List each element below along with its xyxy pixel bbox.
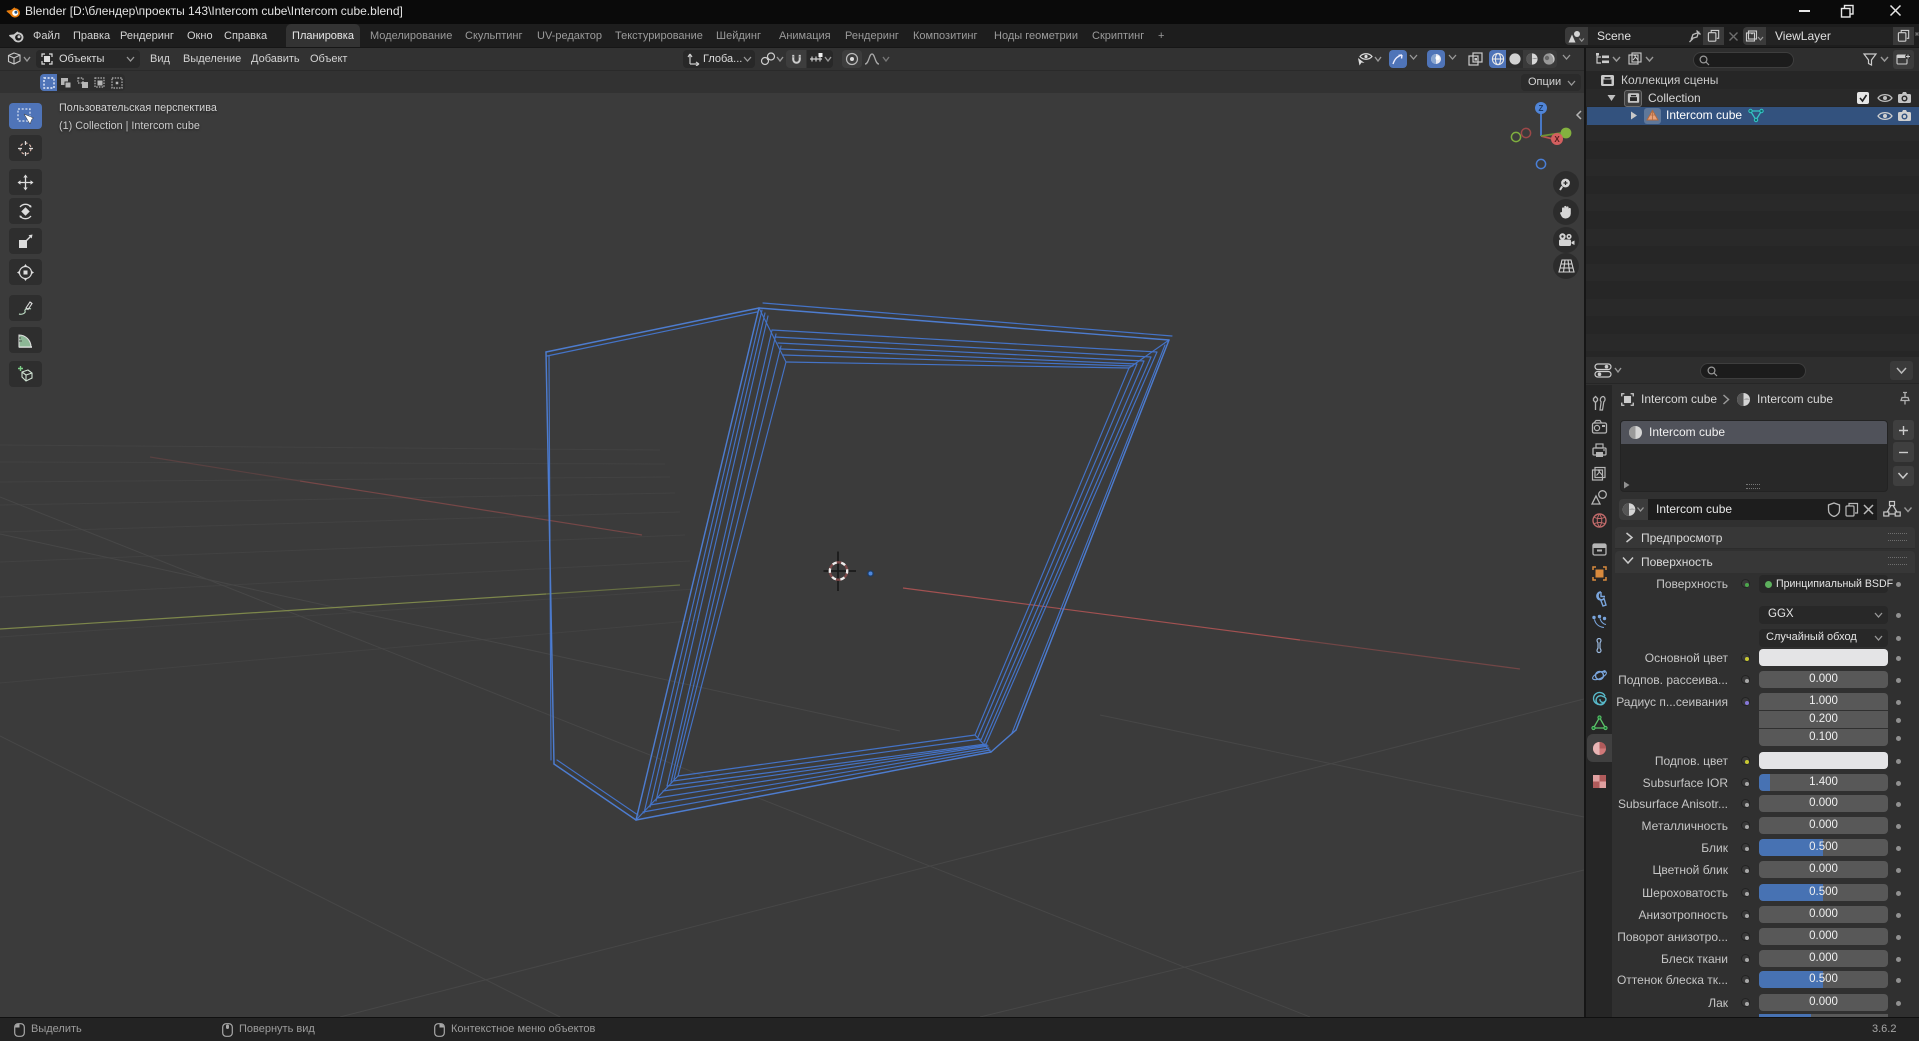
svg-text:Z: Z xyxy=(1539,104,1544,113)
svg-text:X: X xyxy=(1554,135,1560,144)
